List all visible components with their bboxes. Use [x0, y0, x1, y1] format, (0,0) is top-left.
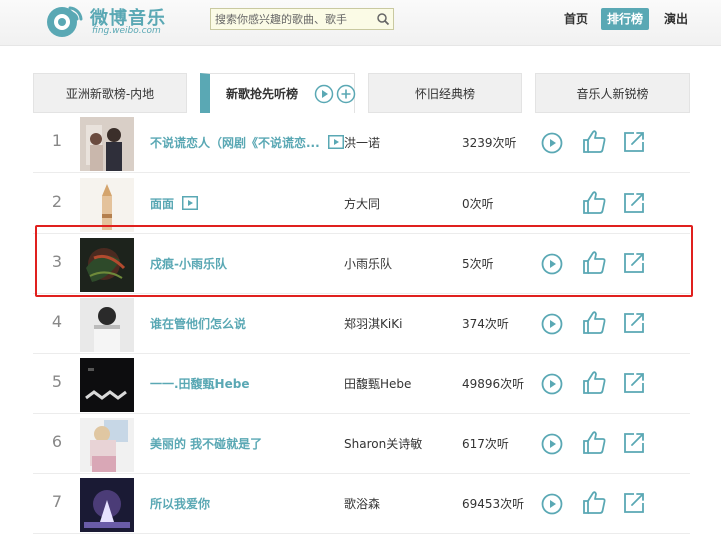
- song-title[interactable]: 面面: [150, 195, 330, 212]
- song-row[interactable]: 5 一一.田馥甄Hebe 田馥甄Hebe 49896次听: [33, 354, 690, 414]
- play-icon[interactable]: [541, 493, 563, 515]
- song-title[interactable]: 不说谎恋人（网剧《不说谎恋...: [150, 134, 330, 151]
- rank-number: 2: [51, 192, 63, 211]
- tab-new-songs[interactable]: 新歌抢先听榜: [200, 73, 356, 113]
- play-icon[interactable]: [541, 433, 563, 455]
- album-cover[interactable]: [80, 298, 134, 352]
- play-count: 617次听: [462, 437, 509, 451]
- play-count: 0次听: [462, 197, 494, 211]
- song-title[interactable]: 谁在管他们怎么说: [150, 315, 330, 332]
- share-icon[interactable]: [622, 251, 646, 275]
- play-icon[interactable]: [541, 132, 563, 154]
- rank-number: 4: [51, 312, 63, 331]
- artist-name[interactable]: 小雨乐队: [344, 255, 454, 272]
- song-title[interactable]: 一一.田馥甄Hebe: [150, 375, 330, 392]
- artist-name[interactable]: 洪一诺: [344, 134, 454, 151]
- mv-icon[interactable]: [328, 135, 344, 149]
- artist-name[interactable]: 歌浴森: [344, 495, 454, 512]
- play-count: 5次听: [462, 257, 494, 271]
- song-title[interactable]: 美丽的 我不碰就是了: [150, 435, 330, 452]
- search-input[interactable]: [215, 11, 375, 27]
- logo-icon: [47, 6, 83, 37]
- share-icon[interactable]: [622, 371, 646, 395]
- album-cover[interactable]: [80, 117, 134, 171]
- artist-name[interactable]: 郑羽淇KiKi: [344, 315, 454, 332]
- add-all-icon[interactable]: [336, 84, 356, 104]
- song-row[interactable]: 2 面面 方大同 0次听: [33, 174, 690, 234]
- rank-number: 3: [51, 252, 63, 271]
- thumbs-up-icon[interactable]: [581, 128, 607, 154]
- album-cover[interactable]: [80, 418, 134, 472]
- share-icon[interactable]: [622, 130, 646, 154]
- song-row[interactable]: 6 美丽的 我不碰就是了 Sharon关诗敏 617次听: [33, 414, 690, 474]
- song-title[interactable]: 戍痕-小雨乐队: [150, 255, 330, 272]
- weibo-music-logo[interactable]: 微博音乐 fing.weibo.com: [44, 2, 204, 42]
- top-bar: 微博音乐 fing.weibo.com 首页 排行榜 演出: [0, 0, 721, 46]
- thumbs-up-icon[interactable]: [581, 489, 607, 515]
- play-count: 49896次听: [462, 377, 525, 391]
- rank-number: 5: [51, 372, 63, 391]
- thumbs-up-icon[interactable]: [581, 249, 607, 275]
- song-row[interactable]: 3 戍痕-小雨乐队 小雨乐队 5次听: [33, 234, 690, 294]
- logo-subtitle: fing.weibo.com: [92, 26, 161, 36]
- rank-number: 7: [51, 492, 63, 511]
- thumbs-up-icon[interactable]: [581, 369, 607, 395]
- album-cover[interactable]: [80, 178, 134, 232]
- play-icon[interactable]: [541, 253, 563, 275]
- play-icon[interactable]: [541, 313, 563, 335]
- artist-name[interactable]: 田馥甄Hebe: [344, 375, 454, 392]
- song-row[interactable]: 1 不说谎恋人（网剧《不说谎恋... 洪一诺 3239次听: [33, 113, 690, 173]
- mv-icon[interactable]: [182, 196, 198, 210]
- share-icon[interactable]: [622, 191, 646, 215]
- share-icon[interactable]: [622, 311, 646, 335]
- song-row[interactable]: 4 谁在管他们怎么说 郑羽淇KiKi 374次听: [33, 294, 690, 354]
- album-cover[interactable]: [80, 238, 134, 292]
- chart-tabs: 亚洲新歌榜-内地 新歌抢先听榜 怀旧经典榜 音乐人新锐榜: [33, 73, 690, 113]
- play-count: 3239次听: [462, 136, 517, 150]
- artist-name[interactable]: 方大同: [344, 195, 454, 212]
- share-icon[interactable]: [622, 431, 646, 455]
- tab-new-songs-label: 新歌抢先听榜: [226, 87, 299, 101]
- album-cover[interactable]: [80, 358, 134, 412]
- play-count: 69453次听: [462, 497, 525, 511]
- play-count: 374次听: [462, 317, 509, 331]
- tab-new-artists[interactable]: 音乐人新锐榜: [535, 73, 690, 113]
- thumbs-up-icon[interactable]: [581, 429, 607, 455]
- rank-number: 1: [51, 131, 63, 150]
- song-row[interactable]: 7 所以我爱你 歌浴森 69453次听: [33, 474, 690, 534]
- nav-show-link[interactable]: 演出: [656, 8, 696, 30]
- artist-name[interactable]: Sharon关诗敏: [344, 435, 454, 452]
- search-icon[interactable]: [376, 12, 390, 26]
- search-box: [210, 8, 394, 30]
- play-icon[interactable]: [541, 373, 563, 395]
- tab-classics[interactable]: 怀旧经典榜: [368, 73, 522, 113]
- play-all-icon[interactable]: [314, 84, 334, 104]
- song-title[interactable]: 所以我爱你: [150, 495, 330, 512]
- share-icon[interactable]: [622, 491, 646, 515]
- rank-number: 6: [51, 432, 63, 451]
- thumbs-up-icon[interactable]: [581, 189, 607, 215]
- nav-rank-link[interactable]: 排行榜: [601, 8, 649, 30]
- nav-home-link[interactable]: 首页: [556, 8, 596, 30]
- album-cover[interactable]: [80, 478, 134, 532]
- tab-asia-mainland[interactable]: 亚洲新歌榜-内地: [33, 73, 187, 113]
- thumbs-up-icon[interactable]: [581, 309, 607, 335]
